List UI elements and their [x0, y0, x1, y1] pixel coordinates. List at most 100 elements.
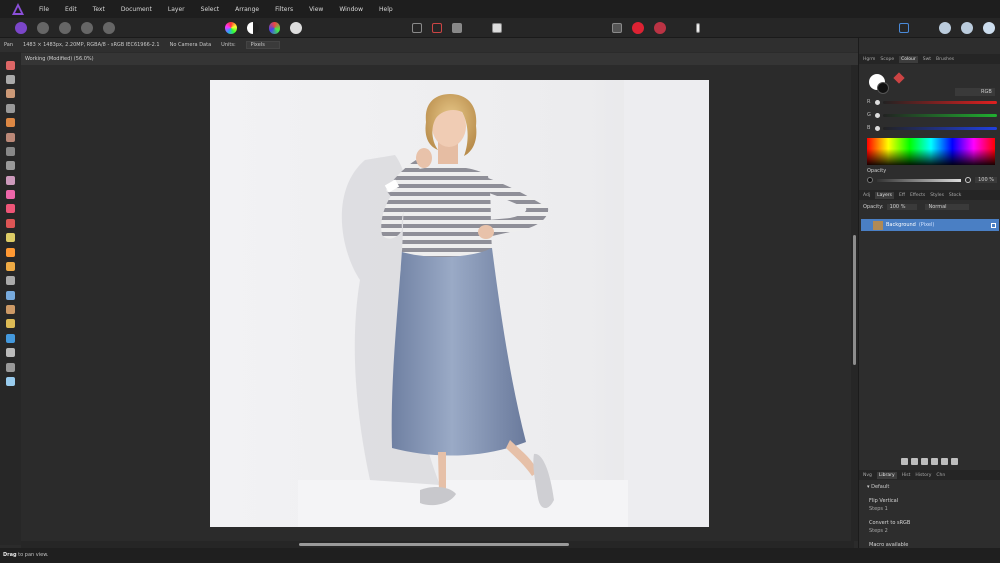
flood-select-icon[interactable] [6, 132, 15, 142]
auto-levels-icon[interactable] [224, 21, 237, 34]
green-slider-knob[interactable] [875, 112, 880, 118]
rectangle-tool-icon[interactable] [6, 333, 15, 343]
menu-view[interactable]: View [301, 6, 331, 13]
delete-layer-icon[interactable] [951, 458, 958, 465]
canvas-area[interactable] [21, 65, 854, 541]
zoom-tool-icon[interactable] [6, 376, 15, 386]
tab-library[interactable]: Library [876, 471, 897, 479]
tone-mapping-persona-icon[interactable] [80, 21, 93, 34]
menu-arrange[interactable]: Arrange [227, 6, 267, 13]
flood-fill-icon[interactable] [6, 175, 15, 185]
freehand-select-icon[interactable] [6, 161, 15, 171]
photo-persona-icon[interactable] [14, 21, 27, 34]
tab-eff[interactable]: Eff [899, 193, 905, 198]
tab-history[interactable]: History [915, 473, 931, 478]
history-item[interactable]: Flip Vertical [869, 498, 898, 504]
smudge-brush-icon[interactable] [6, 261, 15, 271]
node-tool-icon[interactable] [6, 319, 15, 329]
document-tab[interactable]: Working (Modified) (56.0%) [21, 53, 858, 65]
opacity-value[interactable]: 100 % [975, 177, 997, 183]
group-layers-icon[interactable] [931, 458, 938, 465]
opacity-slider[interactable]: 100 % [867, 176, 997, 184]
layer-visibility-checkbox[interactable] [991, 222, 996, 228]
tab-layers[interactable]: Layers [875, 191, 895, 199]
dodge-brush-icon[interactable] [6, 247, 15, 257]
healing-brush-icon[interactable] [6, 218, 15, 228]
menu-document[interactable]: Document [113, 6, 160, 13]
deselect-icon[interactable] [432, 22, 443, 33]
align-icon[interactable] [611, 22, 622, 33]
liquify-persona-icon[interactable] [36, 21, 49, 34]
assistant-icon[interactable] [695, 22, 700, 33]
history-group[interactable]: ▾ Default [867, 484, 889, 490]
pixel-tool-icon[interactable] [6, 204, 15, 214]
horizontal-scroll-thumb[interactable] [299, 543, 569, 546]
blue-slider-knob[interactable] [875, 125, 880, 131]
horizontal-scrollbar[interactable] [21, 541, 854, 548]
tab-navigator[interactable]: Nvg [863, 473, 872, 478]
paint-brush-icon[interactable] [6, 190, 15, 200]
text-tool-icon[interactable] [6, 348, 15, 358]
opacity-knob[interactable] [965, 177, 972, 183]
adjustment-layer-icon[interactable] [911, 458, 918, 465]
tab-channels[interactable]: Chn [936, 473, 945, 478]
marquee-tool-icon[interactable] [6, 146, 15, 156]
tab-styles[interactable]: Styles [930, 193, 944, 198]
view-tool-icon[interactable] [6, 60, 15, 70]
live-filter-icon[interactable] [921, 458, 928, 465]
auto-white-balance-icon[interactable] [290, 21, 303, 34]
green-slider[interactable]: G [867, 111, 997, 119]
vertical-scrollbar[interactable] [851, 65, 858, 541]
menu-layer[interactable]: Layer [160, 6, 193, 13]
tab-adjustments[interactable]: Adj [863, 193, 870, 198]
history-item[interactable]: Convert to sRGB [869, 520, 910, 526]
quick-mask-icon[interactable] [492, 22, 503, 33]
mesh-warp-icon[interactable] [6, 362, 15, 372]
tab-hist[interactable]: Hist [902, 473, 911, 478]
red-slider[interactable]: R [867, 98, 997, 106]
tab-swatches[interactable]: Swt [923, 57, 931, 62]
develop-persona-icon[interactable] [58, 21, 71, 34]
auto-contrast-icon[interactable] [246, 21, 259, 34]
menu-filters[interactable]: Filters [267, 6, 301, 13]
tab-brushes[interactable]: Brushes [936, 57, 954, 62]
colour-picker-tool-icon[interactable] [6, 89, 15, 99]
arrange-back-icon[interactable] [939, 21, 952, 34]
secondary-colour-swatch[interactable] [877, 82, 889, 94]
selection-brush-icon[interactable] [6, 118, 15, 128]
colour-mode-dropdown[interactable]: RGB [955, 88, 995, 96]
colour-picker-icon[interactable] [893, 72, 905, 84]
vertical-scroll-thumb[interactable] [853, 235, 856, 365]
tab-stock[interactable]: Stock [949, 193, 961, 198]
colour-spectrum[interactable] [867, 138, 995, 165]
invert-selection-icon[interactable] [452, 22, 463, 33]
blend-mode-dropdown[interactable]: Normal [925, 204, 969, 210]
menu-text[interactable]: Text [85, 6, 113, 13]
arrange-front-icon[interactable] [961, 21, 974, 34]
magnet-icon[interactable] [653, 21, 666, 34]
crop-tool-icon[interactable] [6, 103, 15, 113]
studio-toggle-icon[interactable] [899, 22, 910, 33]
red-slider-knob[interactable] [875, 99, 880, 105]
menu-file[interactable]: File [31, 6, 57, 13]
menu-window[interactable]: Window [331, 6, 371, 13]
blur-brush-icon[interactable] [6, 276, 15, 286]
units-dropdown[interactable]: Pixels [245, 41, 280, 49]
menu-select[interactable]: Select [193, 6, 228, 13]
export-persona-icon[interactable] [102, 21, 115, 34]
tab-effects[interactable]: Effects [910, 193, 925, 198]
tab-scope[interactable]: Scope [880, 57, 894, 62]
add-pixel-layer-icon[interactable] [941, 458, 948, 465]
tab-colour[interactable]: Colour [899, 55, 918, 63]
opacity-track[interactable] [877, 178, 962, 182]
user-icon[interactable] [983, 21, 996, 34]
auto-colours-icon[interactable] [268, 21, 281, 34]
clone-brush-icon[interactable] [6, 233, 15, 243]
blue-slider[interactable]: B [867, 124, 997, 132]
selection-mode-icon[interactable] [412, 22, 423, 33]
move-tool-icon[interactable] [6, 75, 15, 85]
menu-edit[interactable]: Edit [57, 6, 85, 13]
menu-help[interactable]: Help [371, 6, 401, 13]
mask-layer-icon[interactable] [901, 458, 908, 465]
layer-background[interactable]: Background (Pixel) [861, 219, 999, 231]
